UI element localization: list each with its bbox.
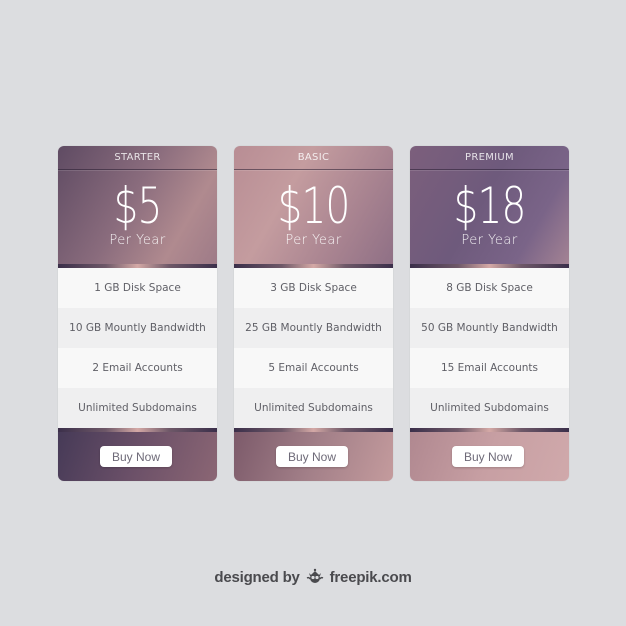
- plan-price: $5: [113, 177, 162, 235]
- plan-period: Per Year: [285, 233, 342, 248]
- feature-list: 8 GB Disk Space 50 GB Mountly Bandwidth …: [410, 268, 569, 428]
- attribution-prefix: designed by: [214, 569, 300, 586]
- card-footer: Buy Now: [410, 432, 569, 481]
- feature-item: 2 Email Accounts: [58, 348, 217, 388]
- plan-name: STARTER: [58, 146, 217, 170]
- feature-list: 3 GB Disk Space 25 GB Mountly Bandwidth …: [234, 268, 393, 428]
- plan-name: PREMIUM: [410, 146, 569, 170]
- plan-price: $18: [453, 177, 526, 235]
- card-footer: Buy Now: [58, 432, 217, 481]
- pricing-card-basic: BASIC $10 Per Year 3 GB Disk Space 25 GB…: [234, 146, 393, 481]
- pricing-card-premium: PREMIUM $18 Per Year 8 GB Disk Space 50 …: [410, 146, 569, 481]
- feature-item: 8 GB Disk Space: [410, 268, 569, 308]
- feature-item: 10 GB Mountly Bandwidth: [58, 308, 217, 348]
- feature-item: Unlimited Subdomains: [410, 388, 569, 428]
- feature-item: 5 Email Accounts: [234, 348, 393, 388]
- freepik-logo-icon: [306, 568, 324, 584]
- plan-period: Per Year: [461, 233, 518, 248]
- feature-item: 50 GB Mountly Bandwidth: [410, 308, 569, 348]
- plan-name: BASIC: [234, 146, 393, 170]
- buy-now-button[interactable]: Buy Now: [100, 446, 172, 467]
- buy-now-button[interactable]: Buy Now: [276, 446, 348, 467]
- feature-item: Unlimited Subdomains: [58, 388, 217, 428]
- pricing-card-starter: STARTER $5 Per Year 1 GB Disk Space 10 G…: [58, 146, 217, 481]
- feature-item: 1 GB Disk Space: [58, 268, 217, 308]
- card-header: STARTER $5 Per Year: [58, 146, 217, 268]
- feature-item: 15 Email Accounts: [410, 348, 569, 388]
- card-header: BASIC $10 Per Year: [234, 146, 393, 268]
- feature-list: 1 GB Disk Space 10 GB Mountly Bandwidth …: [58, 268, 217, 428]
- card-footer: Buy Now: [234, 432, 393, 481]
- attribution-brand: freepik.com: [329, 569, 412, 586]
- feature-item: 25 GB Mountly Bandwidth: [234, 308, 393, 348]
- feature-item: Unlimited Subdomains: [234, 388, 393, 428]
- feature-item: 3 GB Disk Space: [234, 268, 393, 308]
- attribution: designed by freepik.com: [0, 568, 626, 586]
- plan-price: $10: [277, 177, 350, 235]
- plan-period: Per Year: [109, 233, 166, 248]
- card-header: PREMIUM $18 Per Year: [410, 146, 569, 268]
- buy-now-button[interactable]: Buy Now: [452, 446, 524, 467]
